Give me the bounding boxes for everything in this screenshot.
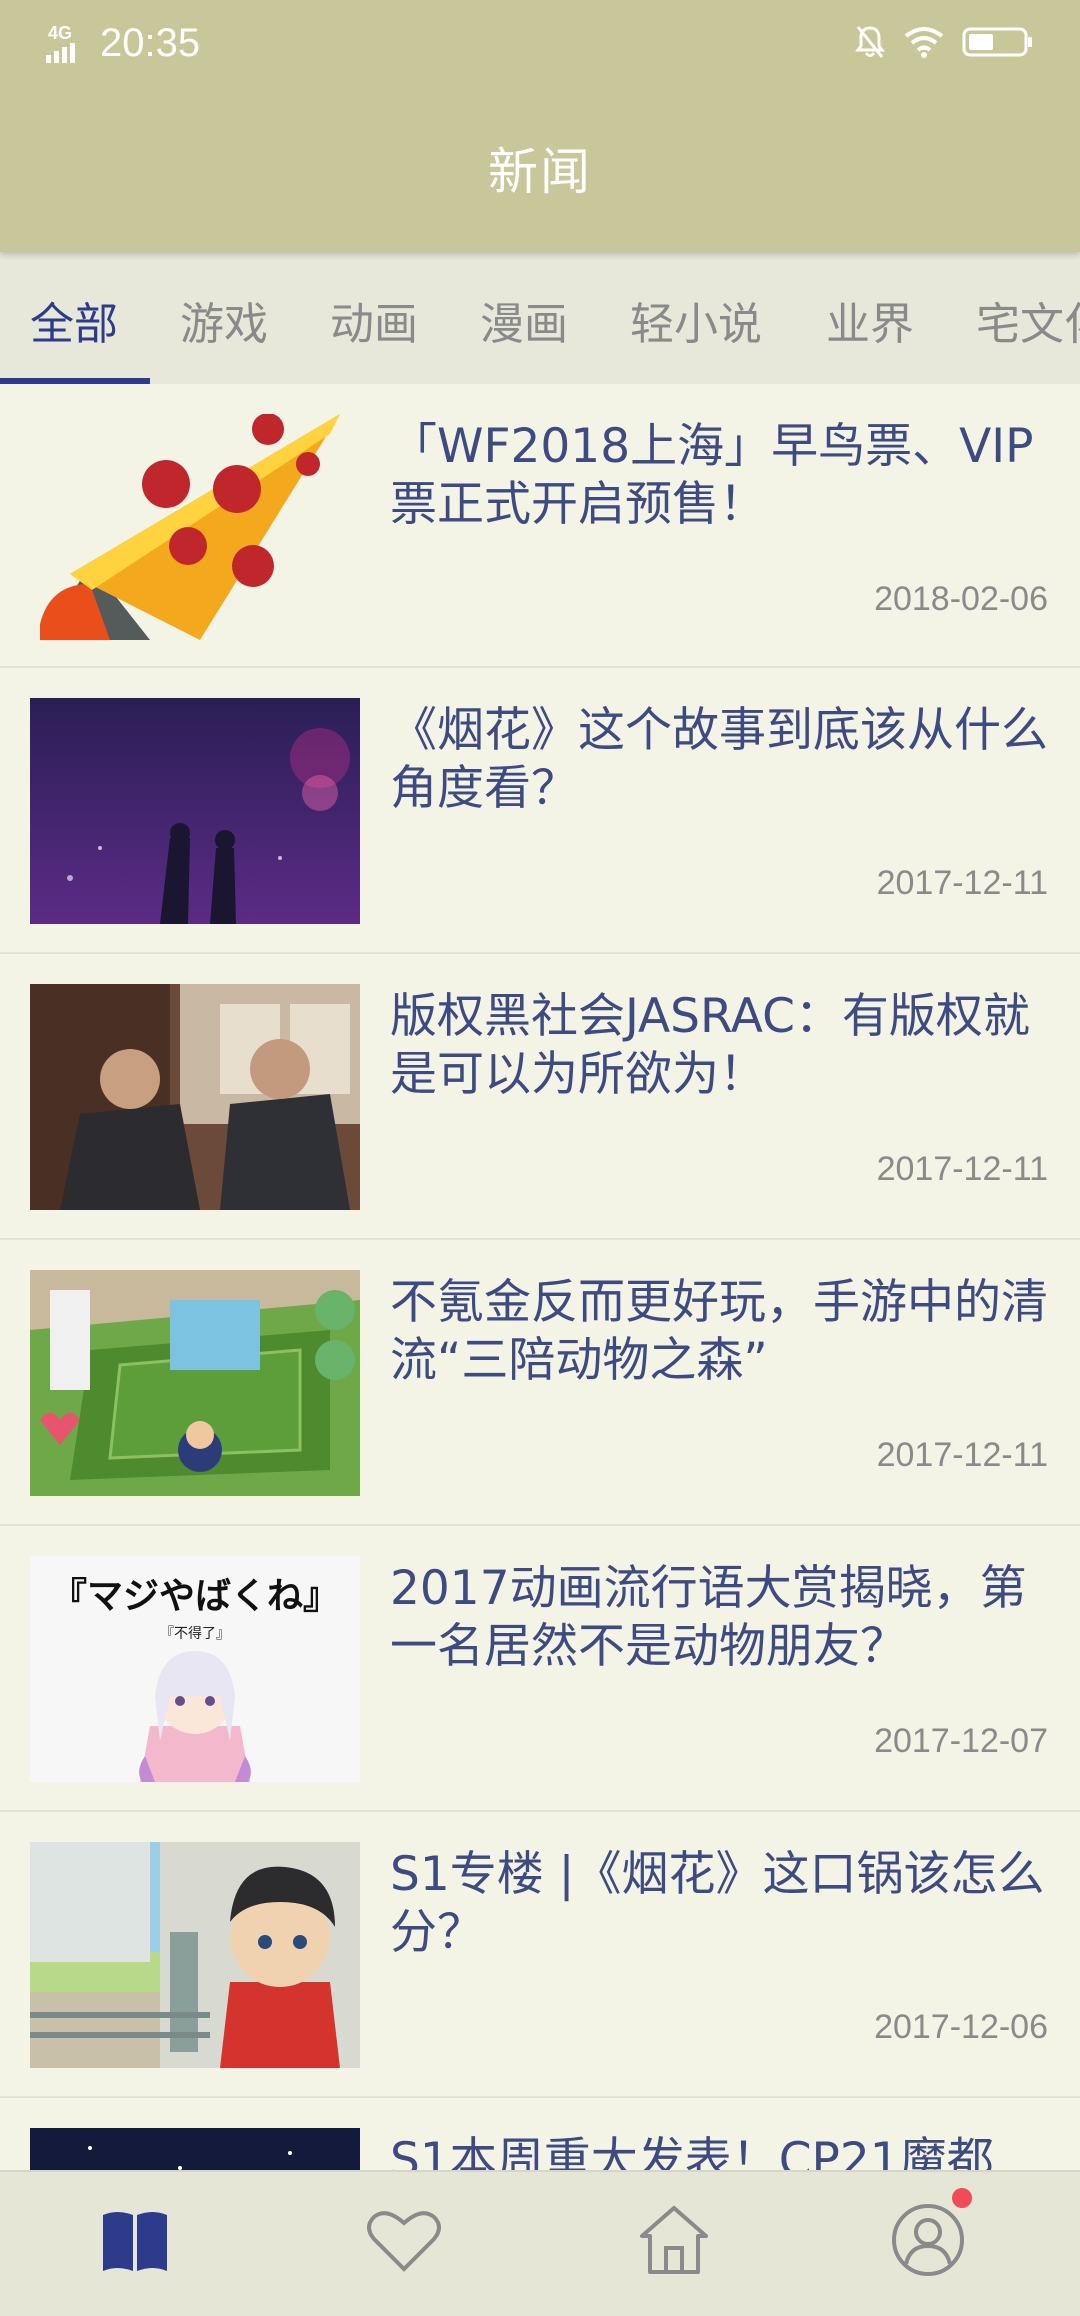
news-item[interactable]: 不氪金反而更好玩，手游中的清流“三陪动物之森” 2017-12-11 [0, 1240, 1080, 1526]
book-icon [99, 2207, 171, 2277]
battery-icon [962, 26, 1034, 62]
user-icon [890, 2188, 972, 2282]
page-title: 新闻 [488, 143, 592, 201]
tab-games[interactable]: 游戏 [180, 288, 268, 352]
status-time: 20:35 [100, 20, 201, 65]
status-bar-right [854, 22, 1034, 66]
tab-all[interactable]: 全部 [30, 288, 118, 352]
news-title: 《烟花》这个故事到底该从什么角度看？ [390, 703, 1048, 816]
news-item[interactable]: 『マジやばくね』 『不得了』 2017动画流行语大赏揭晓，第一名居然不是动物朋友… [0, 1526, 1080, 1812]
nav-favorites[interactable] [364, 2202, 444, 2282]
tab-industry[interactable]: 业界 [826, 288, 914, 352]
news-thumbnail [30, 1842, 360, 2068]
news-list: 「WF2018上海」早鸟票、VIP票正式开启预售！ 2018-02-06 《烟花… [0, 384, 1080, 2170]
news-item[interactable]: S1本周重大发表！CP21魔都 [0, 2098, 1080, 2170]
signal-icon: 4G [44, 23, 92, 63]
news-thumbnail [30, 1270, 360, 1496]
nav-news[interactable] [95, 2202, 175, 2282]
thumbnail-subcaption: 『不得了』 [160, 1625, 230, 1642]
news-item[interactable]: 《烟花》这个故事到底该从什么角度看？ 2017-12-11 [0, 668, 1080, 954]
network-type: 4G [48, 23, 73, 43]
news-item[interactable]: S1专楼 |《烟花》这口锅该怎么分？ 2017-12-06 [0, 1812, 1080, 2098]
active-tab-indicator [0, 378, 150, 384]
app-bar: 4G 20:35 新闻 [0, 0, 1080, 252]
news-date: 2017-12-11 [876, 1150, 1048, 1188]
mute-icon [854, 24, 886, 64]
news-thumbnail [30, 2128, 360, 2170]
news-thumbnail: 『マジやばくね』 『不得了』 [30, 1556, 360, 1782]
thumbnail-caption: 『マジやばくね』 [51, 1576, 339, 1617]
news-date: 2017-12-11 [876, 864, 1048, 902]
nav-profile[interactable] [888, 2188, 972, 2282]
wifi-icon [904, 26, 944, 62]
tab-otaku-culture[interactable]: 宅文化 [976, 288, 1080, 352]
news-date: 2017-12-11 [876, 1436, 1048, 1474]
bottom-navigation [0, 2170, 1080, 2316]
news-thumbnail [30, 414, 360, 640]
news-thumbnail [30, 698, 360, 924]
notification-badge [952, 2188, 972, 2208]
category-tabs: 全部 游戏 动画 漫画 轻小说 业界 宅文化 [0, 252, 1080, 384]
news-title: 「WF2018上海」早鸟票、VIP票正式开启预售！ [390, 419, 1034, 532]
tab-light-novel[interactable]: 轻小说 [630, 288, 762, 352]
tab-manga[interactable]: 漫画 [480, 288, 568, 352]
news-title: 版权黑社会JASRAC：有版权就是可以为所欲为！ [390, 989, 1030, 1102]
news-item[interactable]: 「WF2018上海」早鸟票、VIP票正式开启预售！ 2018-02-06 [0, 384, 1080, 668]
news-thumbnail [30, 984, 360, 1210]
status-bar-left: 4G 20:35 [44, 18, 200, 68]
news-title: S1专楼 |《烟花》这口锅该怎么分？ [390, 1847, 1045, 1960]
tab-anime[interactable]: 动画 [330, 288, 418, 352]
news-title: 2017动画流行语大赏揭晓，第一名居然不是动物朋友？ [390, 1561, 1027, 1674]
news-item[interactable]: 版权黑社会JASRAC：有版权就是可以为所欲为！ 2017-12-11 [0, 954, 1080, 1240]
news-date: 2017-12-06 [874, 2008, 1048, 2046]
heart-icon [366, 2207, 442, 2277]
nav-home[interactable] [634, 2202, 714, 2282]
home-icon [638, 2204, 710, 2280]
news-title: S1本周重大发表！CP21魔都 [390, 2133, 994, 2170]
news-date: 2017-12-07 [874, 1722, 1048, 1760]
news-date: 2018-02-06 [874, 580, 1048, 618]
news-title: 不氪金反而更好玩，手游中的清流“三陪动物之森” [390, 1275, 1048, 1388]
